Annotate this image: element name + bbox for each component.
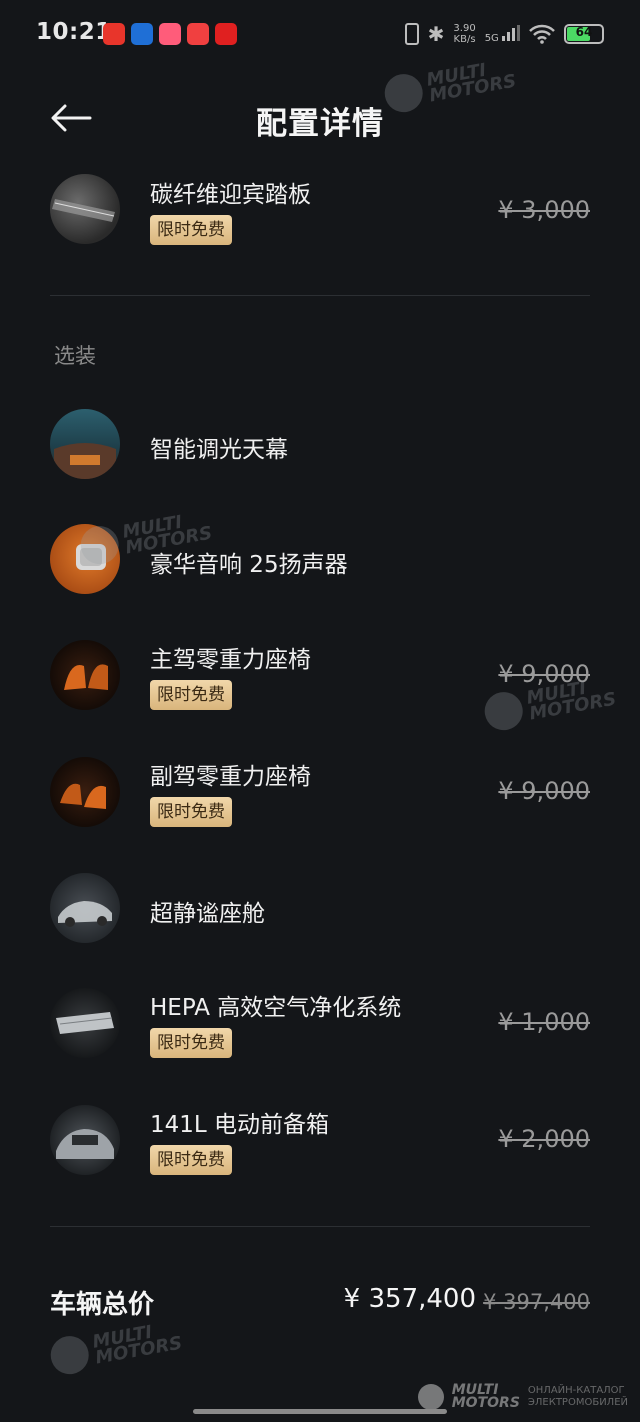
app-notification-icon (159, 23, 181, 45)
network-speed: 3.90 KB/s (453, 23, 476, 45)
bluetooth-icon: ✱ (427, 22, 445, 46)
item-original-price: ¥ 2,000 (498, 1125, 590, 1153)
total-original-price: ¥ 397,400 (483, 1290, 590, 1314)
list-item: 智能调光天幕 (50, 408, 590, 480)
app-notification-icon (131, 23, 153, 45)
list-item: 141L 电动前备箱 限时免费 ¥ 2,000 (50, 1103, 590, 1183)
wifi-icon (529, 24, 555, 44)
app-notification-icon (103, 23, 125, 45)
item-name: 碳纤维迎宾踏板 (150, 182, 311, 208)
list-item: HEPA 高效空气净化系统 限时免费 ¥ 1,000 (50, 986, 590, 1066)
watermark-logo-icon (417, 1384, 444, 1410)
home-indicator[interactable] (193, 1409, 447, 1414)
system-status: ✱ 3.90 KB/s 5G 64 (404, 22, 604, 46)
free-badge: 限时免费 (150, 680, 232, 710)
total-label: 车辆总价 (50, 1290, 155, 1320)
signal-icon: 5G (485, 24, 520, 44)
item-original-price: ¥ 3,000 (498, 196, 590, 224)
smart-dimming-sunroof-thumbnail (50, 409, 120, 479)
free-badge: 限时免费 (150, 1028, 232, 1058)
notification-icons (103, 23, 237, 45)
list-item: 副驾零重力座椅 限时免费 ¥ 9,000 (50, 755, 590, 835)
front-trunk-thumbnail (50, 1105, 120, 1175)
watermark-logo: MULTI MOTORS (47, 1317, 184, 1378)
item-name: 141L 电动前备箱 (150, 1112, 330, 1138)
divider (50, 1226, 590, 1227)
carbon-step-plate-thumbnail (50, 174, 120, 244)
free-badge: 限时免费 (150, 215, 232, 245)
item-name: 副驾零重力座椅 (150, 764, 311, 790)
item-original-price: ¥ 9,000 (498, 777, 590, 805)
divider (50, 295, 590, 296)
quiet-cabin-thumbnail (50, 873, 120, 943)
app-notification-icon (215, 23, 237, 45)
item-original-price: ¥ 1,000 (498, 1008, 590, 1036)
footer-watermark: MULTI MOTORS ОНЛАЙН-КАТАЛОГ ЭЛЕКТРОМОБИЛЕЙ (417, 1383, 628, 1410)
item-name: 主驾零重力座椅 (150, 647, 311, 673)
driver-seat-thumbnail (50, 640, 120, 710)
list-item: 碳纤维迎宾踏板 限时免费 ¥ 3,000 (50, 170, 590, 250)
hepa-filter-thumbnail (50, 988, 120, 1058)
list-item: 超静谧座舱 (50, 872, 590, 944)
free-badge: 限时免费 (150, 797, 232, 827)
item-name: 智能调光天幕 (150, 437, 288, 463)
passenger-seat-thumbnail (50, 757, 120, 827)
item-name: 超静谧座舱 (150, 901, 265, 927)
app-notification-icon (187, 23, 209, 45)
item-name: HEPA 高效空气净化系统 (150, 995, 402, 1021)
free-badge: 限时免费 (150, 1145, 232, 1175)
battery-icon: 64 (564, 24, 604, 44)
total-price: ¥ 357,400 (343, 1284, 476, 1314)
section-title-optional: 选装 (54, 344, 96, 368)
vibrate-icon (404, 23, 419, 45)
status-bar: 10:21 ✱ 3.90 KB/s 5G 64 (0, 0, 640, 68)
status-time: 10:21 (36, 19, 112, 45)
header: 配置详情 (0, 88, 640, 148)
page-title: 配置详情 (256, 106, 384, 142)
